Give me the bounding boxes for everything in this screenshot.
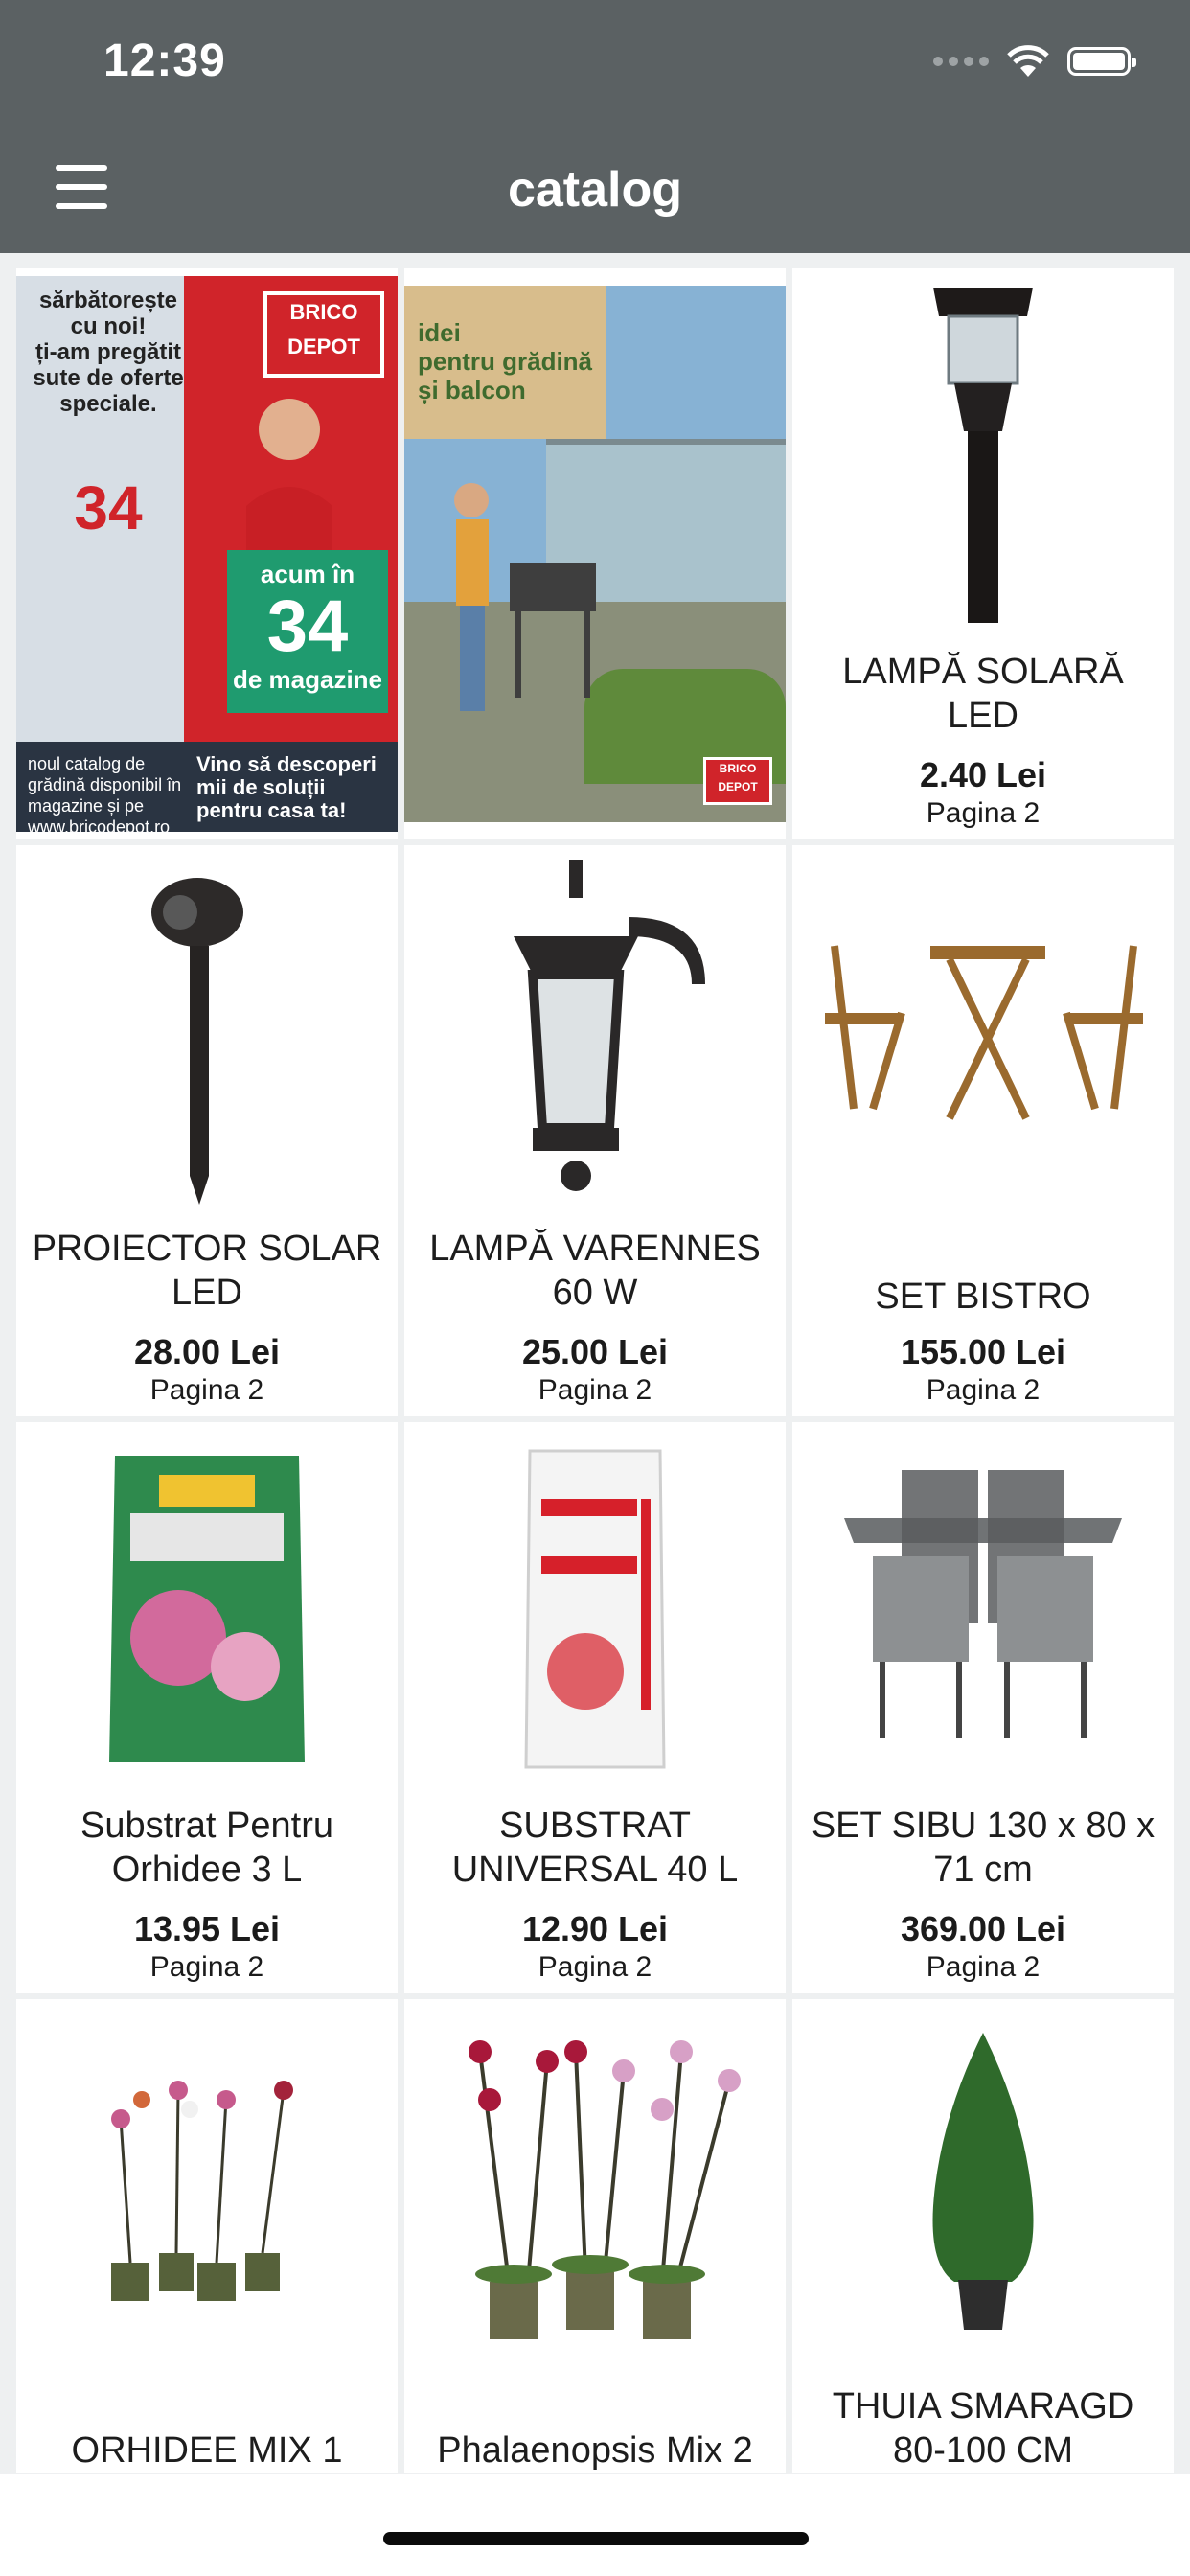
- product-card[interactable]: LAMPĂ VARENNES 60 W 25.00 Lei Pagina 2: [404, 845, 786, 1416]
- product-name: THUIA SMARAGD 80-100 CM: [832, 2386, 1134, 2471]
- catalog-banner-spring-offers[interactable]: sărbătorește cu noi! ți-am pregătit sute…: [16, 268, 398, 840]
- product-price: 2.40 Lei: [919, 755, 1047, 794]
- wall-lantern-icon: [514, 860, 705, 1191]
- product-image: [404, 845, 786, 1219]
- product-price: 28.00 Lei: [133, 1332, 281, 1371]
- product-image: [16, 1422, 398, 1796]
- product-image: [792, 268, 1174, 642]
- banner-image: sărbătorește cu noi! ți-am pregătit sute…: [16, 276, 398, 832]
- orchids-icon: [111, 2081, 293, 2301]
- product-image: [16, 1999, 398, 2373]
- thuja-tree-icon: [932, 2033, 1034, 2330]
- product-card[interactable]: ORHIDEE MIX 1 RAMURA: [16, 1999, 398, 2472]
- page-title: catalog: [507, 162, 683, 218]
- solar-spotlight-icon: [151, 878, 243, 1205]
- grill-person-icon: [454, 483, 596, 711]
- product-card[interactable]: THUIA SMARAGD 80-100 CM: [792, 1999, 1174, 2472]
- product-image: [792, 1999, 1174, 2373]
- product-card[interactable]: SUBSTRAT UNIVERSAL 40 L 12.90 Lei Pagina…: [404, 1422, 786, 1993]
- product-card[interactable]: SET BISTRO 155.00 Lei Pagina 2: [792, 845, 1174, 1416]
- status-icons: [933, 44, 1136, 79]
- product-page: Pagina 2: [538, 1951, 652, 1983]
- wifi-icon: [1007, 45, 1049, 77]
- product-name: LAMPĂ VARENNES 60 W: [429, 1229, 761, 1313]
- orchid-substrate-bag-icon: [109, 1456, 305, 1762]
- product-name: Phalaenopsis Mix 2 Tije: [437, 2430, 753, 2471]
- cellular-signal-icon: [933, 57, 989, 66]
- banner-footer: noul catalog de grădină disponibil în ma…: [16, 742, 398, 832]
- bistro-set-icon: [825, 945, 1143, 1120]
- promo-badge: acum în 34 de magazine: [227, 550, 388, 713]
- product-price: 12.90 Lei: [521, 1909, 669, 1948]
- status-time: 12:39: [103, 35, 226, 86]
- product-page: Pagina 2: [149, 1374, 264, 1406]
- brand-logo: BRICO DEPOT: [703, 757, 772, 805]
- garden-table-set-icon: [844, 1470, 1122, 1738]
- product-image: [404, 1999, 786, 2373]
- catalog-grid: sărbătorește cu noi! ți-am pregătit sute…: [16, 268, 1174, 2472]
- product-card[interactable]: LAMPĂ SOLARĂ LED 2.40 Lei Pagina 2: [792, 268, 1174, 840]
- product-card[interactable]: SET SIBU 130 x 80 x 71 cm 369.00 Lei Pag…: [792, 1422, 1174, 1993]
- product-page: Pagina 2: [926, 1951, 1041, 1983]
- product-name: SET BISTRO: [875, 1276, 1091, 1317]
- product-price: 369.00 Lei: [900, 1909, 1066, 1948]
- phalaenopsis-icon: [469, 2040, 741, 2339]
- product-page: Pagina 2: [926, 797, 1041, 829]
- solar-lamp-icon: [933, 288, 1033, 623]
- brand-logo: BRICO DEPOT: [263, 291, 384, 378]
- product-name: PROIECTOR SOLAR LED: [32, 1229, 382, 1313]
- product-page: Pagina 2: [538, 1374, 652, 1406]
- product-name: ORHIDEE MIX 1 RAMURA: [71, 2430, 343, 2471]
- banner-headline: sărbătorește cu noi! ți-am pregătit sute…: [33, 288, 184, 542]
- universal-substrate-bag-icon: [524, 1449, 666, 1769]
- product-image: [792, 1422, 1174, 1796]
- product-image: [404, 1422, 786, 1796]
- product-card[interactable]: Phalaenopsis Mix 2 Tije: [404, 1999, 786, 2472]
- product-card[interactable]: PROIECTOR SOLAR LED 28.00 Lei Pagina 2: [16, 845, 398, 1416]
- product-price: 13.95 Lei: [133, 1909, 281, 1948]
- catalog-banner-garden-ideas[interactable]: idei pentru grădină și balcon BRICO DEPO…: [404, 268, 786, 840]
- product-name: Substrat Pentru Orhidee 3 L: [80, 1806, 334, 1890]
- banner-headline: idei pentru grădină și balcon: [404, 286, 606, 439]
- product-price: 155.00 Lei: [900, 1332, 1066, 1371]
- app-header: 12:39 catalog: [0, 0, 1190, 253]
- home-indicator[interactable]: [383, 2532, 809, 2545]
- product-name: LAMPĂ SOLARĂ LED: [842, 652, 1124, 736]
- product-image: [16, 845, 398, 1219]
- product-price: 25.00 Lei: [521, 1332, 669, 1371]
- product-name: SUBSTRAT UNIVERSAL 40 L: [451, 1806, 739, 1890]
- product-name: SET SIBU 130 x 80 x 71 cm: [811, 1806, 1156, 1890]
- product-card[interactable]: Substrat Pentru Orhidee 3 L 13.95 Lei Pa…: [16, 1422, 398, 1993]
- product-page: Pagina 2: [149, 1951, 264, 1983]
- product-page: Pagina 2: [926, 1374, 1041, 1406]
- banner-image: idei pentru grădină și balcon BRICO DEPO…: [404, 286, 786, 822]
- product-image: [792, 845, 1174, 1219]
- bottom-bar: [0, 2474, 1190, 2576]
- battery-icon: [1067, 47, 1136, 76]
